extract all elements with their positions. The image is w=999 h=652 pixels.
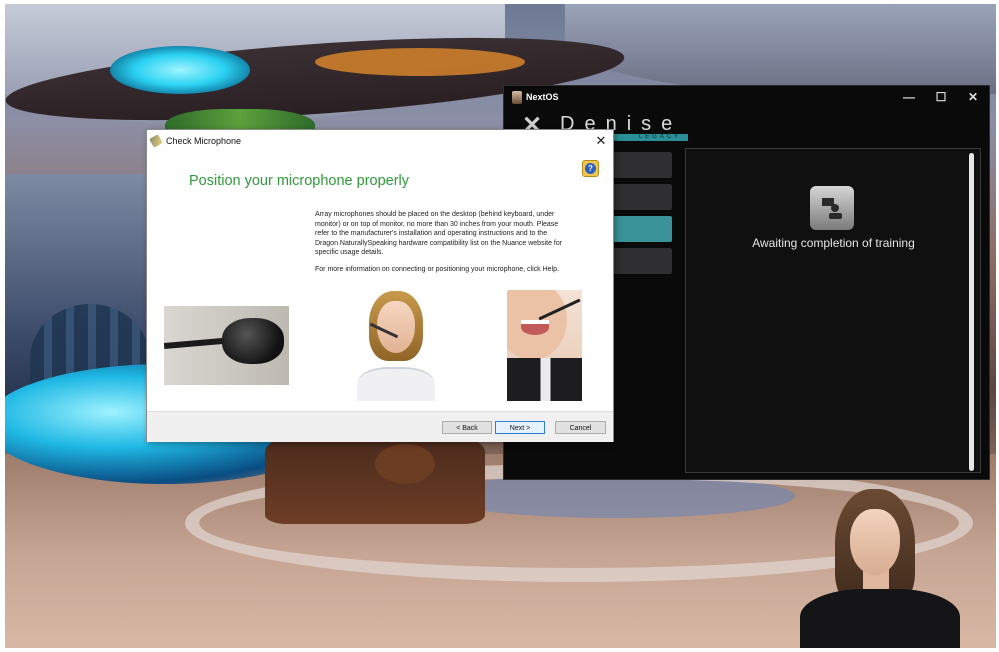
content-panel: Awaiting completion of training: [685, 148, 981, 473]
ceiling-right: [565, 4, 996, 94]
help-icon: ?: [585, 163, 596, 174]
image-smile: [521, 320, 549, 335]
dialog-body: Array microphones should be placed on th…: [315, 210, 565, 281]
dialog-title: Check Microphone: [166, 135, 242, 146]
smiling-woman-headset-image: [507, 290, 582, 401]
next-button[interactable]: Next >: [495, 421, 545, 434]
status-text: Awaiting completion of training: [752, 236, 915, 250]
instructions-paragraph: Array microphones should be placed on th…: [315, 211, 563, 256]
back-button[interactable]: < Back: [442, 421, 492, 434]
logo-subtitle: LEGACY: [632, 134, 688, 141]
close-button[interactable]: ✕: [957, 90, 989, 104]
image-face: [377, 301, 415, 353]
woman-with-headset-image: [357, 289, 435, 401]
denise-avatar[interactable]: [795, 489, 965, 648]
maximize-button[interactable]: ☐: [925, 90, 957, 104]
nextos-titlebar[interactable]: NextOS — ☐ ✕: [504, 86, 989, 108]
desk: [265, 434, 485, 524]
image-shirt: [357, 367, 435, 401]
mic-foam: [222, 318, 284, 364]
stool: [375, 444, 435, 484]
image-suit: [507, 358, 582, 401]
help-paragraph: For more information on connecting or po…: [315, 265, 559, 273]
nextos-app-icon: [512, 90, 522, 104]
microphone-icon: [149, 133, 163, 148]
dialog-titlebar[interactable]: Check Microphone ✕: [147, 130, 613, 151]
nextos-title: NextOS: [526, 92, 559, 102]
ceiling-ornament: [315, 48, 525, 76]
dialog-close-button[interactable]: ✕: [589, 133, 613, 149]
check-microphone-dialog: Check Microphone ✕ ? Position your micro…: [146, 129, 614, 442]
dialog-heading: Position your microphone properly: [189, 173, 410, 189]
minimize-button[interactable]: —: [893, 90, 925, 104]
microphone-closeup-image: [164, 306, 289, 385]
avatar-body: [800, 589, 960, 648]
scrollbar[interactable]: [969, 153, 974, 471]
dialog-footer: < Back Next > Cancel: [147, 411, 613, 442]
training-icon: [810, 186, 854, 230]
avatar-face: [850, 509, 900, 575]
ceiling-lamp: [110, 46, 250, 94]
cancel-button[interactable]: Cancel: [555, 421, 606, 434]
help-button[interactable]: ?: [582, 160, 599, 177]
